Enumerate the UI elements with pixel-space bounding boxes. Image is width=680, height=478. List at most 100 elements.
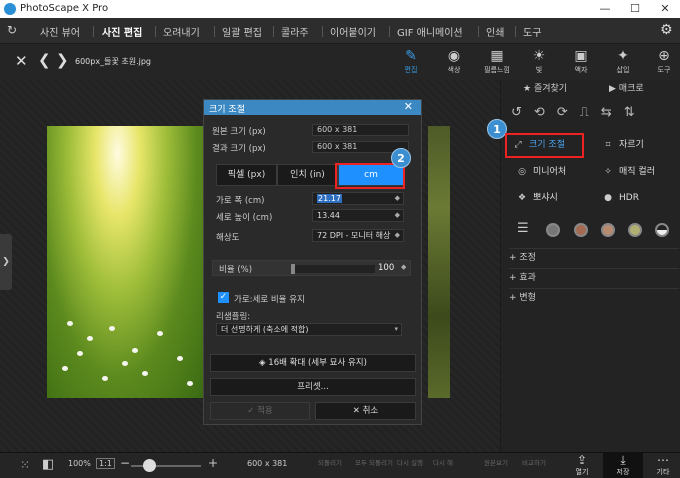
minimize-button[interactable]: —	[590, 0, 620, 18]
menu-print[interactable]: 인쇄	[486, 24, 504, 39]
close-button[interactable]: ✕	[650, 0, 680, 18]
redo-again-button[interactable]: 다시 해	[433, 457, 453, 467]
previous-image-icon[interactable]: ❮	[38, 51, 51, 69]
tool-tools[interactable]: ⊕ 도구	[648, 47, 680, 79]
tool-magic-color[interactable]: ✧ 매직 컬러	[601, 161, 671, 183]
keep-ratio-checkbox[interactable]: ✓	[218, 292, 229, 303]
compare-view-icon[interactable]: ◧	[42, 457, 54, 472]
more-label: 기타	[656, 468, 670, 476]
save-button[interactable]: ⤓ 저장	[603, 453, 643, 478]
tab-favorites[interactable]: ★ 즐겨찾기	[523, 80, 567, 98]
menu-tools[interactable]: 도구	[523, 24, 541, 39]
tool-edit[interactable]: ✎ 편집	[395, 47, 427, 79]
undo-all-button[interactable]: 모두 되돌리기	[355, 457, 393, 467]
section-transform[interactable]: + 변형	[509, 288, 679, 306]
next-image-icon[interactable]: ❯	[56, 51, 69, 69]
rotate-left-icon[interactable]: ↺	[511, 105, 534, 120]
menu-photo-viewer[interactable]: 사진 뷰어	[40, 24, 80, 39]
color-icon: ◉	[447, 48, 461, 64]
more-button[interactable]: ⋯ 기타	[643, 453, 680, 478]
zoom-out-icon[interactable]: −	[120, 456, 130, 470]
resampling-label: 리샘플링:	[216, 312, 251, 322]
apply-button[interactable]: ✓ 적용	[210, 402, 310, 420]
open-button[interactable]: ⇪ 열기	[562, 453, 602, 478]
photo-detail	[77, 351, 83, 356]
zoom-in-icon[interactable]: +	[208, 456, 218, 470]
zoom-1to1-button[interactable]: 1:1	[96, 458, 115, 469]
maximize-button[interactable]: ☐	[620, 0, 650, 18]
dialog-close-icon[interactable]: ✕	[404, 100, 413, 113]
ratio-value[interactable]: 100	[378, 263, 394, 273]
flip-horizontal-icon[interactable]: ⇆	[601, 105, 624, 120]
dialog-titlebar: 크기 조절 ✕	[204, 100, 421, 115]
menu-batch-edit[interactable]: 일괄 편집	[222, 24, 262, 39]
width-cm-input[interactable]: 21.17 ◆	[312, 192, 404, 205]
rotate-ccw-icon[interactable]: ⟲	[534, 105, 557, 120]
menu-lines-icon[interactable]: ☰	[517, 221, 529, 236]
callout-badge-1: 1	[487, 119, 507, 139]
tool-crop[interactable]: ⌗ 자르기	[601, 134, 671, 156]
tool-bloom[interactable]: ❖ 뽀샤시	[515, 187, 585, 209]
close-image-icon[interactable]: ✕	[15, 52, 28, 70]
tab-macro[interactable]: ▶ 매크로	[609, 80, 644, 98]
tools-icon: ⊕	[658, 48, 670, 64]
section-effects[interactable]: + 효과	[509, 268, 679, 286]
stepper-icon[interactable]: ◆	[395, 210, 400, 221]
cancel-button[interactable]: ✕ 취소	[315, 402, 416, 420]
resampling-select[interactable]: 더 선명하게 (축소에 적합) ▾	[216, 323, 402, 336]
stepper-icon[interactable]: ◆	[395, 193, 400, 204]
tool-color[interactable]: ◉ 색상	[438, 47, 470, 79]
unit-inch-tab[interactable]: 인치 (in)	[277, 164, 338, 186]
tab-favorites-label: 즐겨찾기	[533, 84, 568, 94]
compare-button[interactable]: 비교하기	[522, 457, 546, 467]
flip-vertical-icon[interactable]: ⇅	[624, 105, 647, 120]
filter-preset-icon[interactable]	[574, 223, 588, 237]
tool-miniature[interactable]: ◎ 미니어처	[515, 161, 585, 183]
rotate-cw-icon[interactable]: ⟳	[557, 105, 580, 120]
menu-cut-out[interactable]: 오려내기	[163, 24, 200, 39]
grid-icon[interactable]: ⁙	[20, 458, 30, 472]
stepper-icon[interactable]: ◆	[401, 263, 406, 271]
straighten-icon[interactable]: ⎍	[580, 105, 601, 120]
upscale-16x-button[interactable]: ◈ 16배 확대 (세부 묘사 유지)	[210, 354, 416, 372]
refresh-icon[interactable]: ↻	[7, 23, 17, 37]
unit-pixel-tab[interactable]: 픽셀 (px)	[216, 164, 277, 186]
expand-left-panel-handle[interactable]: ❯	[0, 234, 12, 290]
menu-collage[interactable]: 콜라주	[281, 24, 309, 39]
tool-crop-label: 자르기	[619, 140, 644, 150]
star-icon: ★	[523, 84, 534, 94]
zoom-slider-handle[interactable]	[143, 459, 156, 472]
settings-gear-icon[interactable]: ⚙	[660, 22, 673, 38]
menu-gif-animation[interactable]: GIF 애니메이션	[397, 24, 463, 39]
tool-frame[interactable]: ▣ 액자	[565, 47, 597, 79]
zoom-slider-track[interactable]	[131, 465, 201, 467]
menu-photo-editor[interactable]: 사진 편집	[102, 24, 142, 39]
photo-detail	[109, 326, 115, 331]
tool-hdr[interactable]: ● HDR	[601, 187, 671, 209]
filter-preset-icon[interactable]	[628, 223, 642, 237]
preset-button[interactable]: 프리셋...	[210, 378, 416, 396]
tool-edit-label: 편집	[404, 66, 418, 74]
filter-preset-icon[interactable]	[601, 223, 615, 237]
photo-detail	[187, 381, 193, 386]
resolution-select[interactable]: 72 DPI - 모니터 해상 ◆	[312, 229, 404, 242]
tool-film[interactable]: ▦ 필름느낌	[481, 47, 513, 79]
menu-combine[interactable]: 이어붙이기	[330, 24, 376, 39]
filter-preset-icon[interactable]	[546, 223, 560, 237]
undo-button[interactable]: 되돌리기	[318, 457, 342, 467]
title-bar: PhotoScape X Pro — ☐ ✕	[0, 0, 680, 18]
height-cm-input[interactable]: 13.44 ◆	[312, 209, 404, 222]
redo-button[interactable]: 다시 실행	[397, 457, 423, 467]
editor-toolbar: ✕ ❮ ❯ 600px_들꽃 초원.jpg ✎ 편집 ◉ 색상 ▦ 필름느낌 ☀…	[0, 44, 680, 80]
menu-separator	[322, 26, 323, 37]
tool-insert[interactable]: ✦ 삽입	[607, 47, 639, 79]
section-adjust[interactable]: + 조정	[509, 248, 679, 266]
tool-film-label: 필름느낌	[484, 66, 510, 74]
view-original-button[interactable]: 원본보기	[484, 457, 508, 467]
filter-preset-icon[interactable]	[655, 223, 669, 237]
hdr-icon: ●	[604, 193, 612, 203]
original-size-label: 원본 크기 (px)	[212, 127, 266, 137]
tool-light[interactable]: ☀ 빛	[523, 47, 555, 79]
file-name: 600px_들꽃 초원.jpg	[75, 57, 151, 66]
ratio-slider-track[interactable]	[295, 265, 375, 273]
